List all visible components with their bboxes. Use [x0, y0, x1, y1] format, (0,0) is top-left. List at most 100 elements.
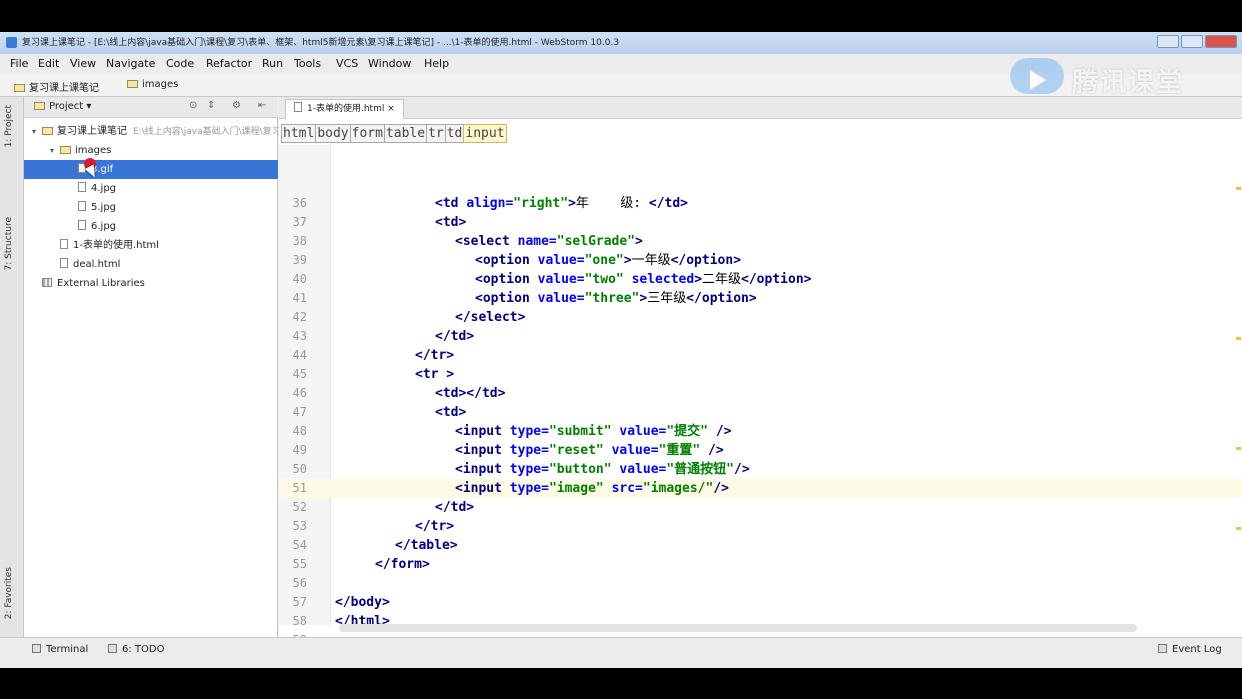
- tree-item[interactable]: 5.jpg: [24, 198, 278, 217]
- tree-item[interactable]: 4.jpg: [24, 179, 278, 198]
- tree-item[interactable]: 1-表单的使用.html: [24, 236, 278, 255]
- expand-arrow-icon[interactable]: ▾: [50, 141, 60, 160]
- code-line[interactable]: 48 <input type="submit" value="提交" />: [279, 422, 1242, 441]
- expand-arrow-icon[interactable]: ▾: [32, 122, 42, 141]
- editor-tab-form-html[interactable]: 1-表单的使用.html ×: [285, 99, 404, 119]
- code-line[interactable]: 47 <td>: [279, 403, 1242, 422]
- code-text: <td></td>: [435, 384, 505, 403]
- warning-mark[interactable]: [1236, 447, 1241, 450]
- code-line[interactable]: 39 <option value="one">一年级</option>: [279, 251, 1242, 270]
- code-text: </select>: [455, 308, 525, 327]
- warning-mark[interactable]: [1236, 337, 1241, 340]
- code-line[interactable]: 52 </td>: [279, 498, 1242, 517]
- code-token: align=: [466, 196, 514, 211]
- menu-navigate[interactable]: Navigate: [106, 57, 155, 70]
- tree-item-label: 4.jpg: [91, 183, 117, 194]
- tree-item[interactable]: ▾ 复习课上课笔记 E:\线上内容\java基础入门\课程\复习: [24, 122, 281, 141]
- code-line[interactable]: 56: [279, 574, 1242, 593]
- tree-item[interactable]: ▾ images: [24, 141, 278, 160]
- tag-crumb-form[interactable]: form: [349, 124, 385, 143]
- event-log-button[interactable]: Event Log: [1158, 644, 1222, 655]
- code-line[interactable]: 51 <input type="image" src="images/"/>: [279, 479, 1242, 498]
- code-line[interactable]: 49 <input type="reset" value="重置" />: [279, 441, 1242, 460]
- tag-crumb-html[interactable]: html: [281, 124, 317, 143]
- menu-help[interactable]: Help: [424, 57, 449, 70]
- close-icon[interactable]: ×: [387, 104, 395, 114]
- menu-run[interactable]: Run: [262, 57, 283, 70]
- tag-crumb-td[interactable]: td: [444, 124, 465, 143]
- line-number: 41: [292, 291, 307, 305]
- menu-edit[interactable]: Edit: [38, 57, 59, 70]
- line-number: 37: [292, 215, 307, 229]
- code-line[interactable]: 46 <td></td>: [279, 384, 1242, 403]
- code-token: name=: [517, 234, 557, 249]
- code-line[interactable]: 45 <tr >: [279, 365, 1242, 384]
- tree-item-label: images: [75, 145, 112, 156]
- code-line[interactable]: 36 <td align="right">年 级: </td>: [279, 194, 1242, 213]
- chevron-down-icon: ▾: [86, 101, 92, 112]
- code-line[interactable]: 41 <option value="three">三年级</option>: [279, 289, 1242, 308]
- menu-vcs[interactable]: VCS: [336, 57, 358, 70]
- code-token: >: [623, 253, 632, 268]
- tag-crumb-table[interactable]: table: [383, 124, 428, 143]
- minimize-button[interactable]: [1157, 35, 1179, 48]
- code-token: "images/": [642, 481, 714, 496]
- menu-code[interactable]: Code: [166, 57, 194, 70]
- line-number: 42: [292, 310, 307, 324]
- menu-window[interactable]: Window: [368, 57, 411, 70]
- tree-item[interactable]: 6.jpg: [24, 217, 278, 236]
- menu-view[interactable]: View: [70, 57, 96, 70]
- tree-item[interactable]: External Libraries: [24, 274, 278, 293]
- code-token: </option>: [686, 291, 757, 306]
- code-text: <tr >: [415, 365, 454, 384]
- code-token: value=: [611, 443, 659, 458]
- code-line[interactable]: 40 <option value="two" selected>二年级</opti…: [279, 270, 1242, 289]
- code-token: </option>: [741, 272, 812, 287]
- tool-tab-project[interactable]: 1: Project: [4, 105, 14, 147]
- code-text: <option value="two" selected>二年级</option…: [475, 270, 811, 289]
- tool-tab-favorites[interactable]: 2: Favorites: [4, 567, 14, 619]
- warning-mark[interactable]: [1236, 527, 1241, 530]
- tool-tab-structure[interactable]: 7: Structure: [4, 217, 14, 271]
- terminal-button[interactable]: Terminal: [32, 644, 88, 655]
- code-token: <td: [435, 196, 467, 211]
- gear-icon[interactable]: ⚙: [232, 100, 241, 111]
- project-view-selector[interactable]: Project ▾: [34, 101, 91, 112]
- nav-crumb-images[interactable]: images: [127, 79, 178, 90]
- code-line[interactable]: 57 </body>: [279, 593, 1242, 612]
- tag-crumb-body[interactable]: body: [315, 124, 351, 143]
- code-line[interactable]: 55 </form>: [279, 555, 1242, 574]
- folder-icon: [14, 84, 25, 92]
- code-line[interactable]: 50 <input type="button" value="普通按钮"/>: [279, 460, 1242, 479]
- editor-tab-bar: 1-表单的使用.html ×: [279, 97, 1242, 119]
- tag-crumb-input[interactable]: input: [463, 124, 507, 143]
- code-line[interactable]: 37 <td>: [279, 213, 1242, 232]
- webstorm-icon: [6, 37, 17, 48]
- menu-tools[interactable]: Tools: [294, 57, 321, 70]
- hide-panel-icon[interactable]: ⇤: [258, 100, 266, 111]
- collapse-icon[interactable]: ⇕: [207, 100, 215, 111]
- sync-icon[interactable]: ⊙: [189, 100, 197, 111]
- code-line[interactable]: 42 </select>: [279, 308, 1242, 327]
- maximize-button[interactable]: [1181, 35, 1203, 48]
- menu-refactor[interactable]: Refactor: [206, 57, 252, 70]
- nav-crumb-project[interactable]: 复习课上课笔记: [14, 79, 99, 94]
- close-button[interactable]: [1205, 35, 1237, 48]
- code-line[interactable]: 44 </tr>: [279, 346, 1242, 365]
- horizontal-scrollbar[interactable]: [339, 624, 1137, 632]
- code-token: </tr>: [415, 519, 455, 534]
- tree-item[interactable]: deal.html: [24, 255, 278, 274]
- code-line[interactable]: 38 <select name="selGrade">: [279, 232, 1242, 251]
- warning-mark[interactable]: [1236, 187, 1241, 190]
- line-number: 50: [292, 462, 307, 476]
- menu-file[interactable]: File: [10, 57, 28, 70]
- code-text: </td>: [435, 498, 474, 517]
- todo-button[interactable]: 6: TODO: [108, 644, 164, 655]
- code-line[interactable]: 43 </td>: [279, 327, 1242, 346]
- tag-crumb-tr[interactable]: tr: [426, 124, 446, 143]
- code-token: >: [635, 234, 643, 249]
- code-line[interactable]: 53 </tr>: [279, 517, 1242, 536]
- tree-item[interactable]: 3.gif: [24, 160, 278, 179]
- line-number: 48: [292, 424, 307, 438]
- code-line[interactable]: 54 </table>: [279, 536, 1242, 555]
